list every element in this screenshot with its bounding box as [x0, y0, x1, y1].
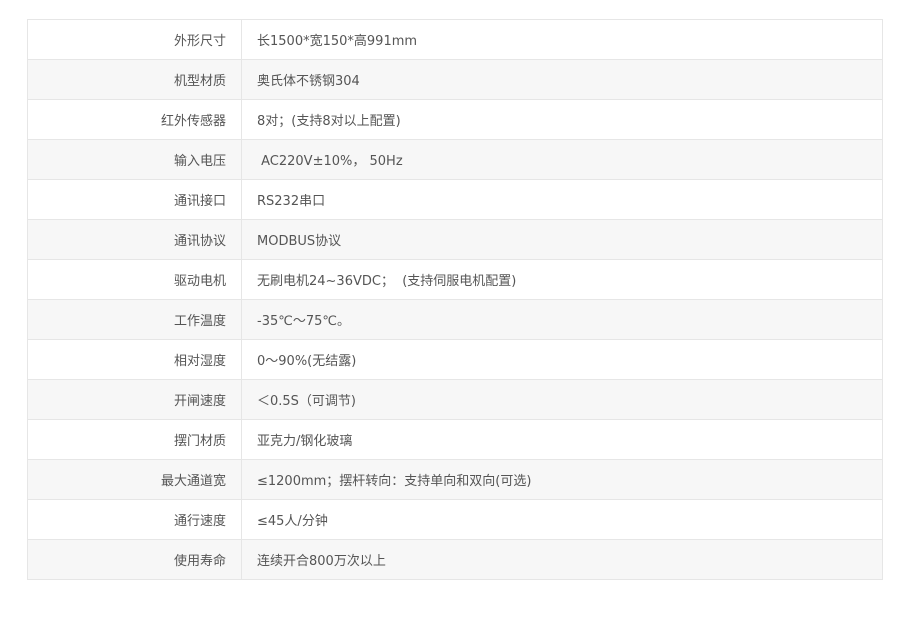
- spec-value-input-voltage: AC220V±10%， 50Hz: [241, 139, 883, 180]
- spec-label-relative-humidity: 相对湿度: [27, 339, 242, 380]
- spec-value-comm-interface: RS232串口: [241, 179, 883, 220]
- table-row: 通讯协议 MODBUS协议: [27, 219, 883, 260]
- spec-value-service-life: 连续开合800万次以上: [241, 539, 883, 580]
- spec-label-operating-temperature: 工作温度: [27, 299, 242, 340]
- table-row: 通讯接口 RS232串口: [27, 179, 883, 220]
- table-row: 驱动电机 无刷电机24~36VDC； (支持伺服电机配置): [27, 259, 883, 300]
- table-row: 使用寿命 连续开合800万次以上: [27, 539, 883, 580]
- spec-label-dimensions: 外形尺寸: [27, 19, 242, 60]
- table-row: 红外传感器 8对；(支持8对以上配置): [27, 99, 883, 140]
- spec-label-swing-door-material: 摆门材质: [27, 419, 242, 460]
- table-row: 相对湿度 0～90%(无结露): [27, 339, 883, 380]
- spec-value-relative-humidity: 0～90%(无结露): [241, 339, 883, 380]
- spec-value-comm-protocol: MODBUS协议: [241, 219, 883, 260]
- spec-label-max-channel-width: 最大通道宽: [27, 459, 242, 500]
- table-row: 最大通道宽 ≤1200mm；摆杆转向：支持单向和双向(可选): [27, 459, 883, 500]
- table-row: 机型材质 奥氏体不锈钢304: [27, 59, 883, 100]
- spec-value-passage-speed: ≤45人/分钟: [241, 499, 883, 540]
- spec-value-swing-door-material: 亚克力/钢化玻璃: [241, 419, 883, 460]
- spec-value-max-channel-width: ≤1200mm；摆杆转向：支持单向和双向(可选): [241, 459, 883, 500]
- table-row: 开闸速度 ＜0.5S（可调节): [27, 379, 883, 420]
- spec-value-dimensions: 长1500*宽150*高991mm: [241, 19, 883, 60]
- spec-label-service-life: 使用寿命: [27, 539, 242, 580]
- spec-value-opening-speed: ＜0.5S（可调节): [241, 379, 883, 420]
- table-row: 摆门材质 亚克力/钢化玻璃: [27, 419, 883, 460]
- spec-table: 外形尺寸 长1500*宽150*高991mm 机型材质 奥氏体不锈钢304 红外…: [27, 19, 883, 580]
- table-row: 通行速度 ≤45人/分钟: [27, 499, 883, 540]
- spec-label-drive-motor: 驱动电机: [27, 259, 242, 300]
- spec-label-input-voltage: 输入电压: [27, 139, 242, 180]
- spec-label-comm-protocol: 通讯协议: [27, 219, 242, 260]
- spec-value-drive-motor: 无刷电机24~36VDC； (支持伺服电机配置): [241, 259, 883, 300]
- table-row: 外形尺寸 长1500*宽150*高991mm: [27, 19, 883, 60]
- spec-value-infrared-sensor: 8对；(支持8对以上配置): [241, 99, 883, 140]
- spec-value-material: 奥氏体不锈钢304: [241, 59, 883, 100]
- spec-label-comm-interface: 通讯接口: [27, 179, 242, 220]
- spec-label-opening-speed: 开闸速度: [27, 379, 242, 420]
- spec-value-operating-temperature: -35℃～75℃。: [241, 299, 883, 340]
- spec-label-material: 机型材质: [27, 59, 242, 100]
- spec-label-passage-speed: 通行速度: [27, 499, 242, 540]
- table-row: 输入电压 AC220V±10%， 50Hz: [27, 139, 883, 180]
- table-row: 工作温度 -35℃～75℃。: [27, 299, 883, 340]
- spec-label-infrared-sensor: 红外传感器: [27, 99, 242, 140]
